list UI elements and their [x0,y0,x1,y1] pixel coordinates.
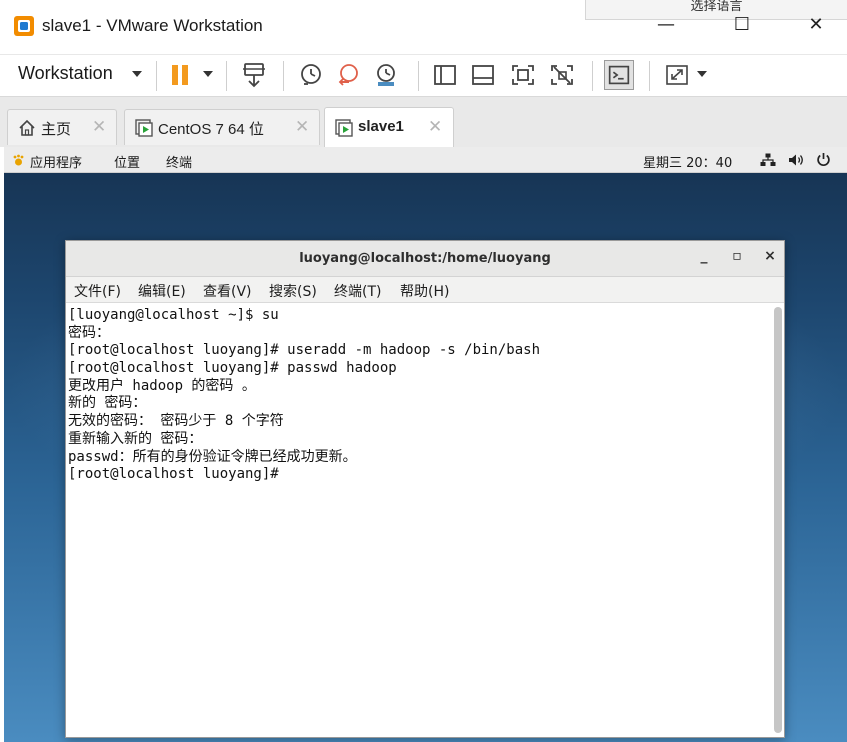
terminal-line: [root@localhost luoyang]# [68,466,288,483]
terminal-line: 重新输入新的 密码： [68,430,203,447]
title-bar: slave1 - VMware Workstation 选择语言 — ☐ ✕ [0,0,847,54]
revert-snapshot-icon[interactable] [334,60,364,90]
unity-mode-icon[interactable] [547,60,577,90]
terminal-scrollbar[interactable] [774,307,782,733]
terminal-menubar: 文件(F) 编辑(E) 查看(V) 搜索(S) 终端(T) 帮助(H) [66,277,784,303]
minimize-button[interactable]: — [646,14,686,42]
menu-file[interactable]: 文件(F) [74,281,121,301]
workstation-menu-button[interactable]: Workstation [18,63,113,84]
snapshot-manager-icon[interactable] [371,60,401,90]
pause-icon[interactable] [166,60,196,90]
close-button[interactable]: ✕ [796,14,836,42]
stretch-dropdown-icon[interactable] [697,71,707,77]
toolbar-separator [283,61,284,91]
tab-home-label: 主页 [41,121,72,138]
tab-home-close-button[interactable]: ✕ [92,117,106,137]
gnome-foot-icon [13,154,24,166]
gnome-top-bar: 应用程序 位置 终端 星期三 20：40 [4,147,847,173]
terminal-window[interactable]: luoyang@localhost:/home/luoyang _ ▫ × 文件… [65,240,785,738]
toolbar-separator [592,61,593,91]
menu-help[interactable]: 帮助(H) [400,281,449,301]
terminal-output[interactable]: [luoyang@localhost ~]$ su 密码： [root@loca… [66,303,770,737]
terminal-line: passwd：所有的身份验证令牌已经成功更新。 [68,448,357,465]
terminal-line: [root@localhost luoyang]# passwd hadoop [68,360,397,377]
terminal-line: [luoyang@localhost ~]$ su [68,307,279,323]
power-dropdown-icon[interactable] [203,71,213,77]
menu-view[interactable]: 查看(V) [203,281,252,301]
tab-slave1-close-button[interactable]: ✕ [428,117,442,137]
terminal-header-bar[interactable]: luoyang@localhost:/home/luoyang _ ▫ × [66,241,784,277]
send-ctrl-alt-del-icon[interactable] [240,60,270,90]
clock[interactable]: 星期三 20：40 [643,152,732,171]
vm-icon [335,119,353,137]
menu-terminal[interactable]: 终端(T) [334,281,381,301]
terminal-line: 无效的密码： 密码少于 8 个字符 [68,413,284,430]
vmware-logo-icon [14,16,34,36]
vm-display[interactable]: 应用程序 位置 终端 星期三 20：40 luoyang@localhost:/… [4,147,847,742]
places-menu[interactable]: 位置 [114,152,140,171]
terminal-app-menu[interactable]: 终端 [166,152,192,171]
main-toolbar: Workstation [0,54,847,96]
window-title: slave1 - VMware Workstation [42,16,263,35]
toolbar-separator [226,61,227,91]
tab-centos[interactable]: CentOS 7 64 位 ✕ [124,109,320,145]
applications-menu[interactable]: 应用程序 [30,152,82,171]
vmware-window: slave1 - VMware Workstation 选择语言 — ☐ ✕ W… [0,0,847,742]
tab-bar: 主页 ✕ CentOS 7 64 位 ✕ slave1 ✕ [0,96,847,148]
menu-edit[interactable]: 编辑(E) [138,281,186,301]
sidebar-view-icon[interactable] [430,60,460,90]
thumbnail-bar-icon[interactable] [468,60,498,90]
toolbar-separator [156,61,157,91]
tab-slave1-label: slave1 [358,118,404,135]
console-view-icon[interactable] [604,60,634,90]
terminal-title: luoyang@localhost:/home/luoyang [299,251,551,266]
tab-home[interactable]: 主页 ✕ [7,109,117,145]
tab-slave1[interactable]: slave1 ✕ [324,107,454,148]
workstation-dropdown-icon[interactable] [132,71,142,77]
home-icon [19,119,35,136]
vm-icon [135,119,153,137]
stretch-guest-icon[interactable] [662,60,692,90]
maximize-button[interactable]: ☐ [722,14,762,42]
menu-search[interactable]: 搜索(S) [269,281,317,301]
full-screen-icon[interactable] [508,60,538,90]
toolbar-separator [418,61,419,91]
terminal-close-button[interactable]: × [759,248,781,270]
network-icon[interactable] [760,153,776,167]
terminal-line: 新的 密码： [68,395,147,412]
terminal-line: 更改用户 hadoop 的密码 。 [68,377,256,394]
terminal-minimize-button[interactable]: _ [693,248,715,270]
power-icon[interactable] [816,152,831,167]
terminal-line: [root@localhost luoyang]# useradd -m had… [68,342,541,359]
snapshot-icon[interactable] [296,60,326,90]
tab-centos-label: CentOS 7 64 位 [158,121,264,138]
tab-centos-close-button[interactable]: ✕ [295,117,309,137]
terminal-line: 密码： [68,324,110,341]
volume-icon[interactable] [788,153,804,167]
toolbar-separator [649,61,650,91]
terminal-maximize-button[interactable]: ▫ [726,248,748,270]
